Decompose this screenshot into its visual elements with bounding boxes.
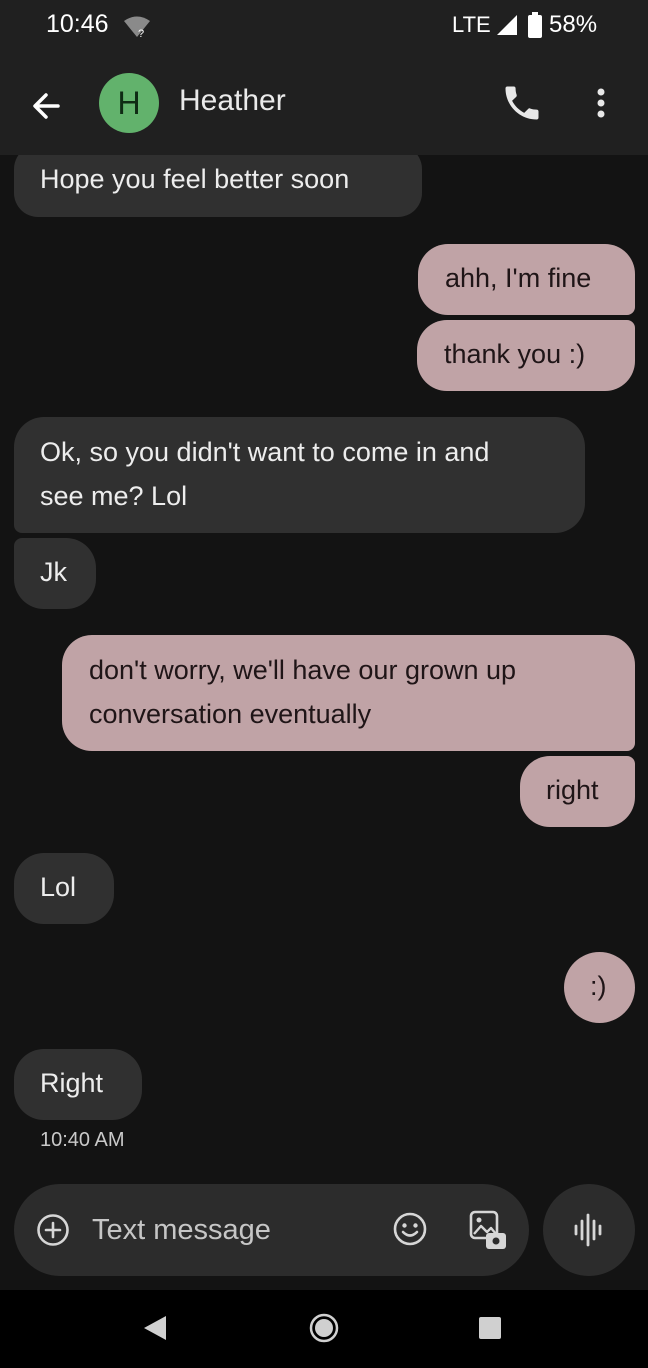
back-arrow-icon bbox=[33, 93, 60, 119]
message-bubble-outgoing[interactable]: right bbox=[520, 756, 635, 827]
message-text: Lol bbox=[40, 872, 77, 902]
message-text: ahh, I'm fine bbox=[445, 263, 592, 293]
nav-recents-icon bbox=[479, 1317, 501, 1339]
message-bubble-outgoing[interactable]: ahh, I'm fine bbox=[418, 244, 635, 315]
system-nav-bar bbox=[0, 1290, 648, 1368]
battery-icon bbox=[528, 12, 542, 38]
message-text: Jk bbox=[40, 557, 67, 587]
message-timestamp: 10:40 AM bbox=[40, 1129, 125, 1151]
message-bubble-outgoing[interactable]: don't worry, we'll have our grown up con… bbox=[62, 635, 635, 751]
emoji-icon[interactable] bbox=[392, 1211, 428, 1247]
status-bar: 10:46 ? LTE 58% bbox=[0, 0, 648, 56]
voice-message-button[interactable] bbox=[543, 1184, 635, 1276]
message-text: :) bbox=[590, 971, 607, 1001]
nav-recents-button[interactable] bbox=[478, 1316, 502, 1345]
contact-name[interactable]: Heather bbox=[179, 84, 286, 118]
message-text: Hope you feel better soon bbox=[40, 164, 350, 194]
back-button[interactable] bbox=[24, 83, 70, 129]
wifi-badge: ? bbox=[138, 28, 144, 38]
status-time: 10:46 bbox=[46, 10, 109, 38]
wifi-icon: ? bbox=[122, 16, 152, 40]
app-bar: H Heather bbox=[0, 56, 648, 155]
message-text: Ok, so you didn't want to come in and bbox=[40, 437, 490, 467]
message-text: don't worry, we'll have our grown up bbox=[89, 655, 517, 685]
gallery-icon[interactable] bbox=[468, 1209, 508, 1251]
message-text: see me? Lol bbox=[40, 481, 188, 511]
message-text: thank you :) bbox=[444, 339, 586, 369]
message-composer bbox=[14, 1184, 529, 1276]
nav-home-icon bbox=[309, 1313, 339, 1343]
message-text: right bbox=[546, 775, 599, 805]
more-vert-icon bbox=[597, 88, 605, 118]
message-bubble-incoming[interactable]: Jk bbox=[14, 538, 96, 609]
message-bubble-outgoing[interactable]: :) bbox=[564, 952, 635, 1023]
message-bubble-incoming[interactable]: Hope you feel better soon bbox=[14, 155, 422, 217]
message-bubble-outgoing[interactable]: thank you :) bbox=[417, 320, 635, 391]
message-text: Right bbox=[40, 1068, 104, 1098]
message-text: conversation eventually bbox=[89, 699, 372, 729]
more-options-button[interactable] bbox=[586, 81, 616, 125]
message-bubble-incoming[interactable]: Lol bbox=[14, 853, 114, 924]
message-bubble-incoming[interactable]: Ok, so you didn't want to come in and se… bbox=[14, 417, 585, 533]
message-bubble-incoming[interactable]: Right bbox=[14, 1049, 142, 1120]
voice-icon bbox=[574, 1213, 602, 1247]
phone-icon bbox=[505, 86, 539, 120]
conversation[interactable]: Hope you feel better soon ahh, I'm fine … bbox=[0, 155, 648, 1185]
nav-home-button[interactable] bbox=[308, 1312, 340, 1349]
message-input[interactable] bbox=[92, 1208, 372, 1252]
avatar[interactable]: H bbox=[99, 73, 159, 133]
add-icon[interactable] bbox=[36, 1213, 70, 1247]
signal-icon bbox=[496, 14, 518, 36]
call-button[interactable] bbox=[500, 81, 544, 125]
nav-back-icon bbox=[144, 1316, 166, 1340]
battery-percent: 58% bbox=[549, 11, 598, 38]
network-label: LTE bbox=[452, 12, 491, 37]
nav-back-button[interactable] bbox=[142, 1314, 168, 1347]
